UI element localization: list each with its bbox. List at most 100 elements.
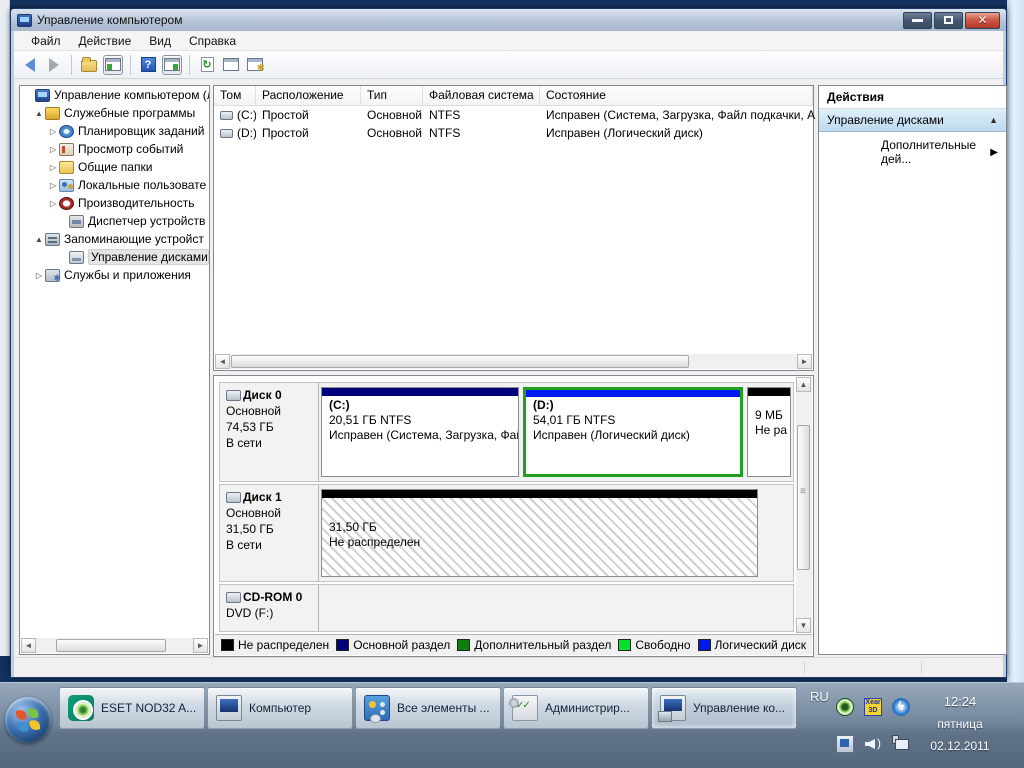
taskbar-button-computer[interactable]: Компьютер: [207, 687, 353, 729]
close-button[interactable]: ✕: [965, 12, 1000, 29]
tree-item-services[interactable]: ▷ Службы и приложения: [20, 266, 209, 284]
volume-list-horizontal-scrollbar[interactable]: ◄ ►: [215, 354, 812, 369]
show-action-pane-icon[interactable]: [162, 55, 182, 75]
title-bar[interactable]: Управление компьютером ✕: [11, 9, 1006, 31]
volume-row-c[interactable]: (C:) Простой Основной NTFS Исправен (Сис…: [214, 106, 813, 124]
help-icon[interactable]: ?: [138, 55, 158, 75]
tree-item-task-scheduler[interactable]: ▷ Планировщик заданий: [20, 122, 209, 140]
tray-network-icon[interactable]: [892, 735, 910, 753]
tray-eset-icon[interactable]: [836, 698, 854, 716]
tools-icon: [45, 107, 60, 120]
scroll-right-icon[interactable]: ►: [193, 638, 208, 653]
expander-icon[interactable]: ▷: [48, 127, 58, 136]
legend-swatch: [336, 639, 349, 651]
toolbar: ? ↻: [14, 51, 1003, 79]
forward-arrow-icon[interactable]: [44, 55, 64, 75]
disk-graphics-pane: Диск 0 Основной 74,53 ГБ В сети (C:) 20,…: [213, 375, 814, 657]
volume-list-header: Том Расположение Тип Файловая система Со…: [214, 86, 813, 106]
tree-horizontal-scrollbar[interactable]: ◄ ►: [21, 638, 208, 653]
taskbar-clock[interactable]: 12:24 пятница 02.12.2011: [912, 691, 1008, 757]
scrollbar-thumb[interactable]: [231, 355, 689, 368]
language-indicator[interactable]: RU: [810, 689, 829, 704]
column-status[interactable]: Состояние: [540, 86, 813, 105]
taskbar-button-computer-management[interactable]: Управление ко...: [651, 687, 797, 729]
computer-management-icon: [17, 14, 32, 27]
properties-icon[interactable]: [221, 55, 241, 75]
export-list-icon[interactable]: [79, 55, 99, 75]
scroll-left-icon[interactable]: ◄: [215, 354, 230, 369]
cdrom-label[interactable]: CD-ROM 0 DVD (F:): [220, 585, 319, 631]
toolbar-separator: [130, 55, 131, 75]
legend-extended: Дополнительный раздел: [457, 638, 611, 652]
minimize-button[interactable]: [903, 12, 932, 29]
expander-icon[interactable]: ▷: [34, 271, 44, 280]
back-arrow-icon[interactable]: [20, 55, 40, 75]
tree-item-computer-management[interactable]: Управление компьютером (л: [20, 86, 209, 104]
taskbar-button-eset[interactable]: ESET NOD32 A...: [59, 687, 205, 729]
menu-file[interactable]: Файл: [22, 32, 70, 50]
more-actions-item[interactable]: Дополнительные дей... ▶: [819, 132, 1006, 172]
tray-graphics-icon[interactable]: [836, 735, 854, 753]
expander-icon[interactable]: ▷: [48, 199, 58, 208]
partition-color-strip: [322, 388, 518, 396]
show-console-tree-icon[interactable]: [103, 55, 123, 75]
legend-swatch: [457, 639, 470, 651]
column-type[interactable]: Тип: [361, 86, 423, 105]
scroll-up-icon[interactable]: ▲: [796, 377, 811, 392]
actions-section-disk-management[interactable]: Управление дисками ▲: [819, 109, 1006, 132]
scroll-left-icon[interactable]: ◄: [21, 638, 36, 653]
taskbar-button-control-panel[interactable]: Все элементы ...: [355, 687, 501, 729]
legend-primary: Основной раздел: [336, 638, 450, 652]
tree-item-storage[interactable]: ▲ Запоминающие устройст: [20, 230, 209, 248]
tray-volume-icon[interactable]: [864, 735, 882, 753]
cdrom-icon: [226, 592, 241, 603]
start-button[interactable]: [5, 697, 51, 743]
menu-view[interactable]: Вид: [140, 32, 180, 50]
restore-button[interactable]: [934, 12, 963, 29]
column-volume[interactable]: Том: [214, 86, 256, 105]
tree-item-shared-folders[interactable]: ▷ Общие папки: [20, 158, 209, 176]
column-layout[interactable]: Расположение: [256, 86, 361, 105]
tray-lightning-icon[interactable]: ϟ: [892, 698, 910, 716]
tree-item-local-users[interactable]: ▷ Локальные пользовате: [20, 176, 209, 194]
refresh-icon[interactable]: ↻: [197, 55, 217, 75]
volume-row-d[interactable]: (D:) Простой Основной NTFS Исправен (Лог…: [214, 124, 813, 142]
tree-item-system-tools[interactable]: ▲ Служебные программы: [20, 104, 209, 122]
scroll-down-icon[interactable]: ▼: [796, 618, 811, 633]
admin-tools-icon: [512, 695, 538, 721]
column-filesystem[interactable]: Файловая система: [423, 86, 540, 105]
tree-item-event-viewer[interactable]: ▷ Просмотр событий: [20, 140, 209, 158]
disk-1-label[interactable]: Диск 1 Основной 31,50 ГБ В сети: [220, 485, 319, 581]
status-bar: [14, 657, 1003, 677]
background-window-edge-right: [1007, 0, 1024, 682]
manage-icon[interactable]: [245, 55, 265, 75]
expander-icon[interactable]: ▲: [34, 235, 44, 244]
clock-date: 02.12.2011: [912, 735, 1008, 757]
partition-unallocated-9mb[interactable]: 9 МБ Не ра: [747, 387, 791, 477]
scrollbar-thumb[interactable]: [56, 639, 166, 652]
taskbar: ESET NOD32 A... Компьютер Все элементы .…: [0, 682, 1024, 768]
scrollbar-thumb[interactable]: [797, 425, 810, 570]
partition-c[interactable]: (C:) 20,51 ГБ NTFS Исправен (Система, За…: [321, 387, 519, 477]
partition-unallocated-disk1[interactable]: 31,50 ГБ Не распределен: [321, 489, 758, 577]
taskbar-button-admin-tools[interactable]: Администрир...: [503, 687, 649, 729]
expander-icon[interactable]: ▷: [48, 181, 58, 190]
users-icon: [59, 179, 74, 192]
partition-d-selected[interactable]: (D:) 54,01 ГБ NTFS Исправен (Логический …: [523, 387, 743, 477]
computer-management-window: Управление компьютером ✕ Файл Действие В…: [10, 8, 1007, 678]
expander-icon[interactable]: ▷: [48, 145, 58, 154]
expander-icon[interactable]: ▷: [48, 163, 58, 172]
tray-xear3d-icon[interactable]: Xear 3D: [864, 698, 882, 716]
disk-pane-vertical-scrollbar[interactable]: ▲ ▼: [796, 377, 812, 633]
computer-management-icon: [660, 695, 686, 721]
expander-icon[interactable]: ▲: [34, 109, 44, 118]
menu-action[interactable]: Действие: [70, 32, 141, 50]
disk-0-label[interactable]: Диск 0 Основной 74,53 ГБ В сети: [220, 383, 319, 481]
menu-help[interactable]: Справка: [180, 32, 245, 50]
services-icon: [45, 269, 60, 282]
tree-item-device-manager[interactable]: Диспетчер устройств: [20, 212, 209, 230]
collapse-icon[interactable]: ▲: [989, 115, 998, 125]
scroll-right-icon[interactable]: ►: [797, 354, 812, 369]
tree-item-performance[interactable]: ▷ Производительность: [20, 194, 209, 212]
tree-item-disk-management[interactable]: Управление дисками: [20, 248, 209, 266]
